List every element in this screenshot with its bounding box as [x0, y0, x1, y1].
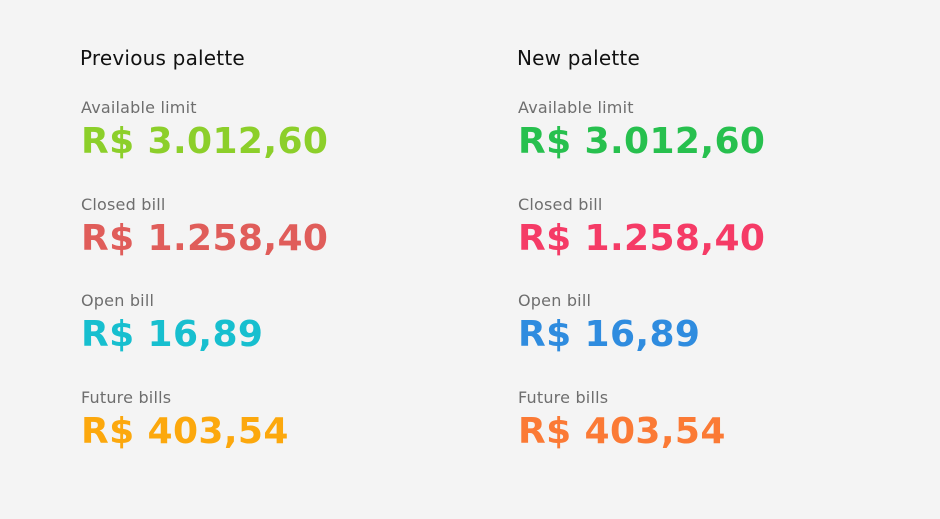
new-palette-column: New palette Available limit R$ 3.012,60 …	[517, 0, 897, 519]
new-closed-bill: Closed bill R$ 1.258,40	[518, 195, 888, 261]
metric-label: Future bills	[518, 388, 609, 407]
new-available-limit: Available limit R$ 3.012,60	[518, 98, 888, 164]
metric-value: R$ 1.258,40	[81, 218, 329, 259]
previous-palette-column: Previous palette Available limit R$ 3.01…	[80, 0, 460, 519]
metric-label: Available limit	[518, 98, 634, 117]
metric-label: Future bills	[81, 388, 172, 407]
metric-value: R$ 1.258,40	[518, 218, 766, 259]
previous-future-bills: Future bills R$ 403,54	[81, 388, 451, 454]
metric-value: R$ 403,54	[518, 411, 726, 452]
metric-value: R$ 403,54	[81, 411, 289, 452]
metric-label: Open bill	[81, 291, 155, 310]
new-future-bills: Future bills R$ 403,54	[518, 388, 888, 454]
new-open-bill: Open bill R$ 16,89	[518, 291, 888, 357]
metric-value: R$ 16,89	[81, 314, 264, 355]
metric-value: R$ 3.012,60	[518, 121, 766, 162]
metric-label: Closed bill	[518, 195, 603, 214]
previous-closed-bill: Closed bill R$ 1.258,40	[81, 195, 451, 261]
metric-label: Closed bill	[81, 195, 166, 214]
metric-label: Open bill	[518, 291, 592, 310]
metric-value: R$ 16,89	[518, 314, 701, 355]
previous-open-bill: Open bill R$ 16,89	[81, 291, 451, 357]
metric-label: Available limit	[81, 98, 197, 117]
new-palette-title: New palette	[517, 46, 640, 70]
previous-palette-title: Previous palette	[80, 46, 245, 70]
previous-available-limit: Available limit R$ 3.012,60	[81, 98, 451, 164]
metric-value: R$ 3.012,60	[81, 121, 329, 162]
